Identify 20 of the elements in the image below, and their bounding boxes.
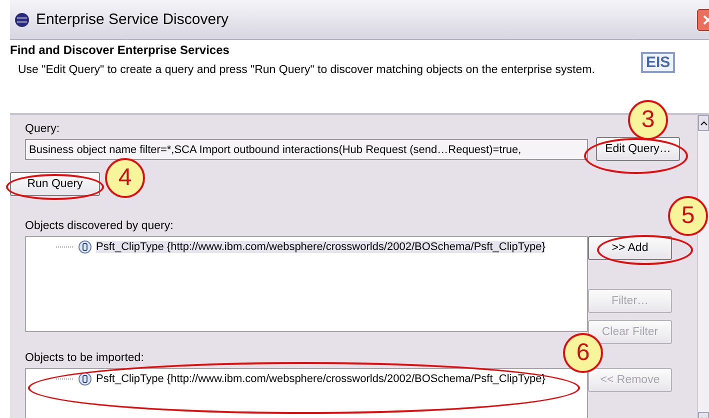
query-field[interactable]: Business object name filter=*,SCA Import outbound interactions(Hub Request (send…Request)=true, xyxy=(25,139,588,160)
query-label: Query: xyxy=(25,123,60,135)
scroll-up-icon xyxy=(700,120,708,126)
run-query-button[interactable]: Run Query xyxy=(10,172,100,196)
imported-label: Objects to be imported: xyxy=(25,352,144,364)
side-button[interactable]: >> Add xyxy=(588,236,672,260)
list-item[interactable]: Psft_ClipType {http://www.ibm.com/websphere/crossworlds/2002/BOSchema/Psft_ClipType} xyxy=(96,241,546,253)
tree-line xyxy=(56,377,74,381)
tree-line xyxy=(56,245,74,249)
window-title: Enterprise Service Discovery xyxy=(36,11,230,28)
object-icon xyxy=(78,372,92,386)
app-icon xyxy=(14,12,30,28)
object-icon xyxy=(78,240,92,254)
edit-query-button[interactable]: Edit Query… xyxy=(596,137,680,161)
page-description: Use "Edit Query" to create a query and press "Run Query" to discover matching objects on the enterprise system. xyxy=(17,63,596,78)
list-item[interactable]: Psft_ClipType {http://www.ibm.com/websphere/crossworlds/2002/BOSchema/Psft_ClipType} xyxy=(96,373,546,385)
page-title: Find and Discover Enterprise Services xyxy=(10,43,230,57)
discovered-label: Objects discovered by query: xyxy=(25,220,174,232)
eis-logo: EIS xyxy=(641,52,676,73)
scrollbar[interactable] xyxy=(697,115,709,418)
